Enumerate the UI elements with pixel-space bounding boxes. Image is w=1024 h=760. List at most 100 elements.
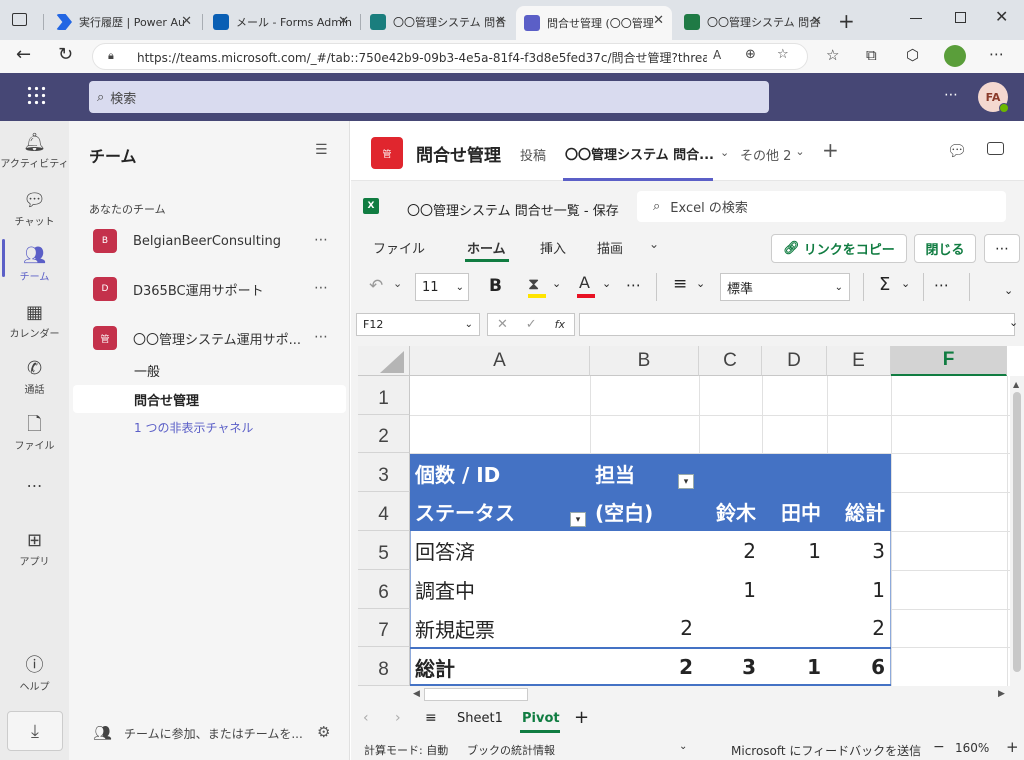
more-icon[interactable]: ⋯ bbox=[626, 276, 641, 294]
prev-sheet-icon[interactable]: ‹ bbox=[363, 710, 369, 726]
chevron-down-icon[interactable]: ⌄ bbox=[393, 277, 402, 290]
profile-icon[interactable] bbox=[944, 45, 966, 67]
search-input[interactable]: ⌕ 検索 bbox=[89, 81, 769, 113]
scrollbar-thumb[interactable] bbox=[1013, 392, 1021, 672]
calc-mode[interactable]: 計算モード: 自動 bbox=[364, 742, 448, 758]
browser-tab[interactable]: 実行履歴 | Power Au ✕ bbox=[48, 7, 200, 37]
more-icon[interactable]: ⋯ bbox=[934, 276, 949, 294]
chevron-down-icon[interactable]: ⌄ bbox=[649, 237, 659, 251]
rail-item-calendar[interactable]: ▦ カレンダー bbox=[0, 303, 69, 341]
sheet-tab[interactable]: Sheet1 bbox=[457, 711, 503, 726]
pivot-cell[interactable]: 2 bbox=[699, 531, 762, 570]
pivot-cell[interactable] bbox=[699, 609, 762, 647]
url-field[interactable]: 🔒︎ https://teams.microsoft.com/_#/tab::7… bbox=[92, 43, 808, 70]
pivot-total-cell[interactable]: 2 bbox=[590, 648, 699, 686]
team-item[interactable]: B BelgianBeerConsulting bbox=[93, 229, 281, 253]
row-header[interactable]: 5 bbox=[358, 531, 410, 570]
browser-tab[interactable]: メール - Forms Admin ✕ bbox=[205, 7, 357, 37]
row-header[interactable]: 1 bbox=[358, 376, 410, 415]
add-sheet-button[interactable]: + bbox=[574, 707, 589, 728]
chevron-down-icon[interactable]: ⌄ bbox=[602, 277, 611, 290]
team-item[interactable]: D D365BC運用サポート bbox=[93, 277, 264, 301]
undo-icon[interactable]: ↶ bbox=[369, 276, 383, 296]
rail-item-apps[interactable]: ⊞ アプリ bbox=[0, 531, 69, 569]
rail-item-activity[interactable]: 🔔︎ アクティビティ bbox=[0, 133, 69, 171]
tab-more[interactable]: その他 2 ⌄ bbox=[740, 145, 805, 164]
team-more-button[interactable]: ⋯ bbox=[314, 329, 329, 345]
row-header[interactable]: 3 bbox=[358, 453, 410, 492]
copy-link-button[interactable]: 🔗︎ リンクをコピー bbox=[771, 234, 907, 263]
settings-more-icon[interactable]: ⋯ bbox=[989, 45, 1004, 63]
read-aloud-icon[interactable]: A bbox=[713, 48, 721, 62]
close-icon[interactable]: ✕ bbox=[181, 14, 192, 29]
conversation-icon[interactable]: 💬︎ bbox=[947, 141, 967, 160]
back-icon[interactable]: ← bbox=[16, 44, 31, 65]
pivot-cell[interactable]: 2 bbox=[590, 609, 699, 647]
align-icon[interactable]: ≡ bbox=[673, 274, 687, 294]
zoom-icon[interactable]: ⊕ bbox=[745, 47, 756, 62]
column-header[interactable]: B bbox=[590, 346, 699, 376]
chevron-down-icon[interactable]: ⌄ bbox=[696, 277, 705, 290]
enter-icon[interactable]: ✓ bbox=[526, 317, 537, 332]
feedback-link[interactable]: Microsoft にフィードバックを送信 bbox=[731, 742, 921, 759]
tab-excel[interactable]: 〇〇管理システム 問合... bbox=[565, 144, 714, 163]
hidden-channels-link[interactable]: 1 つの非表示チャネル bbox=[134, 419, 253, 436]
pivot-total-label[interactable]: 総計 bbox=[415, 648, 455, 686]
team-more-button[interactable]: ⋯ bbox=[314, 280, 329, 296]
rail-item-help[interactable]: ⓘ ヘルプ bbox=[0, 656, 69, 694]
pivot-column-field[interactable]: 担当 bbox=[595, 454, 635, 493]
pivot-cell[interactable]: 2 bbox=[827, 609, 891, 647]
rail-item-teams[interactable]: 👥︎ チーム bbox=[0, 246, 69, 284]
new-tab-button[interactable]: + bbox=[838, 9, 855, 33]
favorites-icon[interactable]: ☆ bbox=[826, 46, 839, 64]
spreadsheet-grid[interactable]: A B C D E F 1 2 3 4 5 6 7 8 個数 / ID 担当 ▾… bbox=[358, 346, 1024, 686]
scroll-up-icon[interactable]: ▲ bbox=[1013, 380, 1019, 389]
favorite-add-icon[interactable]: ☆ bbox=[777, 47, 789, 62]
tab-actions-icon[interactable] bbox=[12, 13, 27, 26]
pivot-total-cell[interactable]: 6 bbox=[827, 648, 891, 686]
pivot-cell[interactable] bbox=[590, 570, 699, 609]
filter-icon[interactable]: ☰ bbox=[315, 142, 328, 158]
meet-icon[interactable] bbox=[987, 142, 1004, 155]
close-icon[interactable]: ✕ bbox=[811, 14, 822, 29]
pivot-col-header[interactable]: 総計 bbox=[827, 492, 891, 531]
pivot-col-header[interactable]: (空白) bbox=[595, 492, 653, 531]
row-header[interactable]: 8 bbox=[358, 647, 410, 686]
minimize-button[interactable] bbox=[910, 18, 922, 19]
name-box[interactable]: F12 ⌄ bbox=[356, 313, 480, 336]
column-header[interactable]: E bbox=[827, 346, 891, 376]
font-color-icon[interactable]: A bbox=[579, 273, 590, 292]
rail-item-calls[interactable]: ✆ 通話 bbox=[0, 359, 69, 397]
collections-icon[interactable]: ⧉ bbox=[866, 46, 877, 64]
chevron-down-icon[interactable]: ⌄ bbox=[901, 277, 910, 290]
scroll-left-icon[interactable]: ◀ bbox=[413, 689, 420, 699]
row-header[interactable]: 7 bbox=[358, 609, 410, 647]
bold-button[interactable]: B bbox=[489, 276, 502, 296]
browser-tab-active[interactable]: 問合せ管理 (〇〇管理 ✕ bbox=[516, 6, 672, 40]
close-button[interactable]: 閉じる bbox=[914, 234, 976, 263]
ribbon-tab-home[interactable]: ホーム bbox=[467, 238, 506, 257]
extensions-icon[interactable]: ⬡ bbox=[906, 46, 919, 64]
zoom-in-button[interactable]: + bbox=[1006, 738, 1019, 756]
pivot-cell[interactable]: 1 bbox=[699, 570, 762, 609]
number-format-select[interactable]: 標準 ⌄ bbox=[720, 273, 850, 301]
team-item[interactable]: 管 〇〇管理システム運用サポ... bbox=[93, 326, 301, 350]
pivot-col-header[interactable]: 田中 bbox=[762, 492, 827, 531]
all-sheets-icon[interactable]: ≡ bbox=[425, 710, 437, 726]
refresh-icon[interactable]: ↻ bbox=[58, 44, 73, 65]
tab-posts[interactable]: 投稿 bbox=[520, 145, 546, 164]
column-header[interactable]: A bbox=[410, 346, 590, 376]
chevron-down-icon[interactable]: ⌄ bbox=[1004, 284, 1013, 297]
function-icon[interactable]: fx bbox=[555, 318, 565, 331]
sheet-tab-active[interactable]: Pivot bbox=[522, 711, 560, 726]
excel-search-input[interactable]: ⌕ Excel の検索 bbox=[637, 191, 1006, 222]
rail-item-files[interactable]: 🗋︎ ファイル bbox=[0, 415, 69, 453]
gear-icon[interactable]: ⚙ bbox=[317, 723, 330, 741]
chevron-down-icon[interactable]: ⌄ bbox=[552, 277, 561, 290]
pivot-cell[interactable]: 1 bbox=[762, 531, 827, 570]
formula-input[interactable] bbox=[579, 313, 1015, 336]
row-header[interactable]: 4 bbox=[358, 492, 410, 531]
pivot-cell[interactable] bbox=[762, 609, 827, 647]
ribbon-tab-file[interactable]: ファイル bbox=[373, 238, 425, 257]
pivot-row-field[interactable]: ステータス bbox=[415, 492, 515, 531]
